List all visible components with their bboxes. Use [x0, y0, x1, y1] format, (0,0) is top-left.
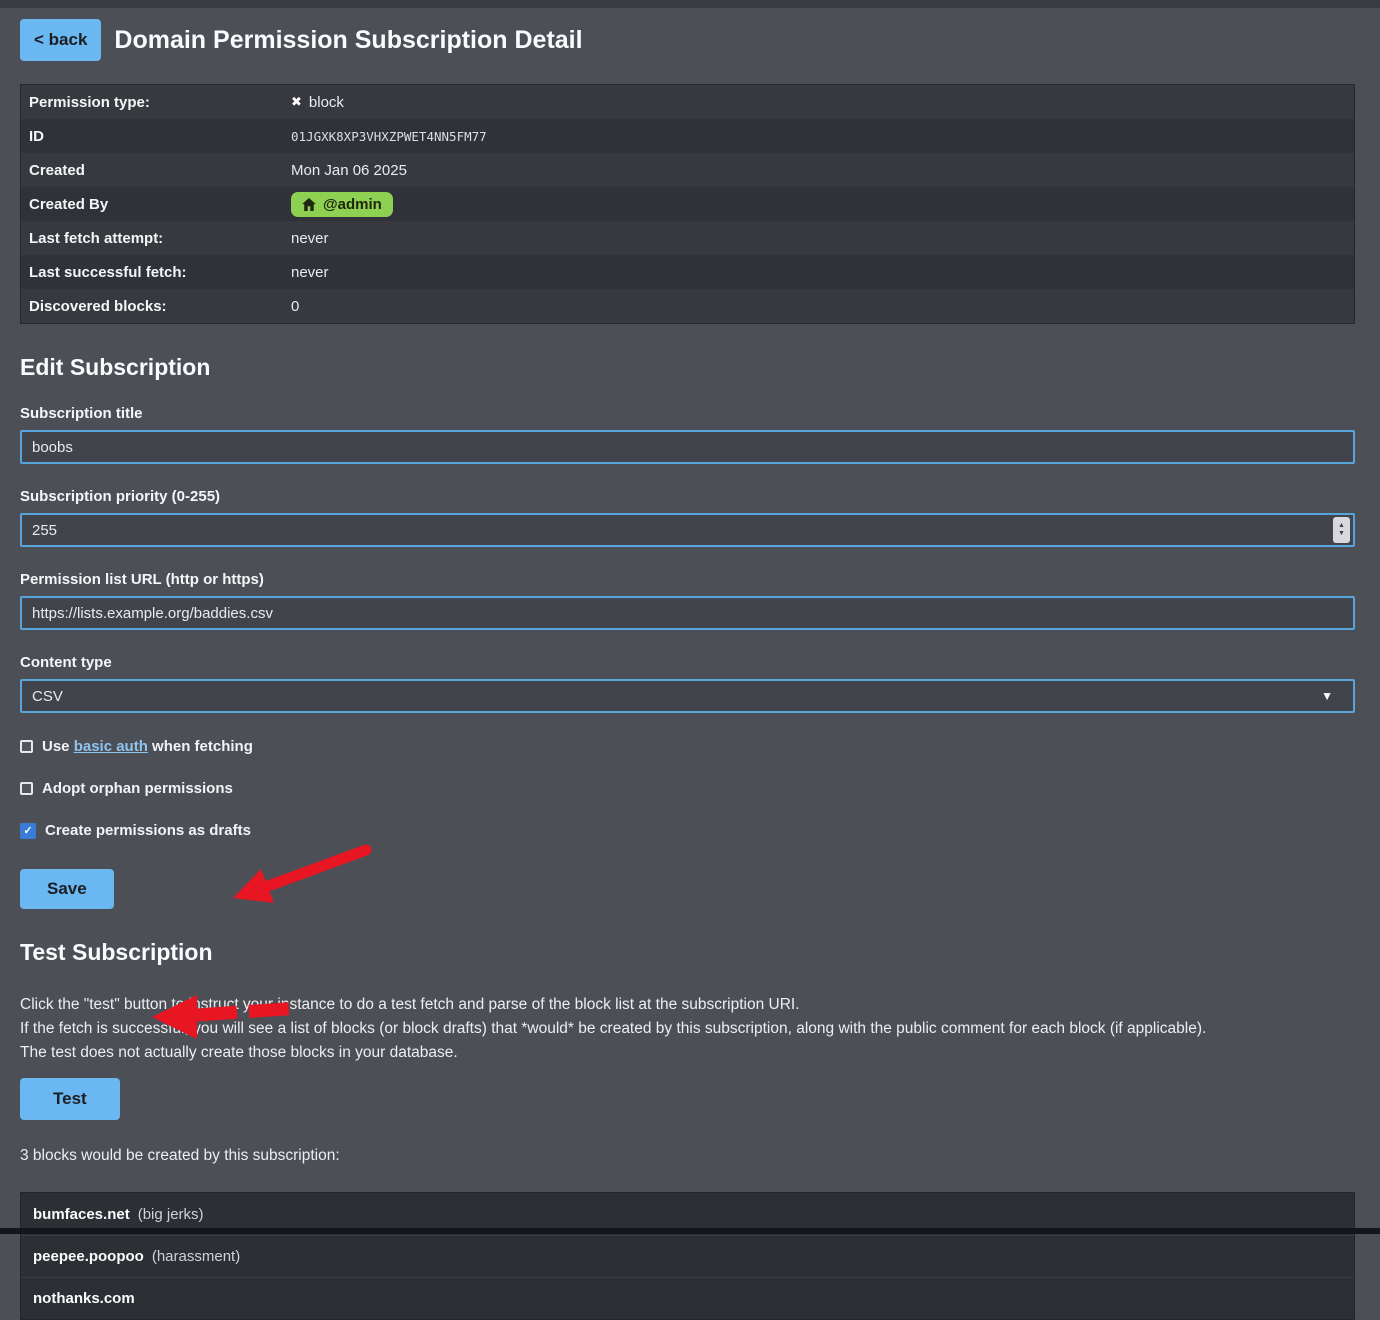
block-x-icon: ✖: [291, 94, 302, 110]
discovered-blocks-value: 0: [291, 298, 299, 315]
test-description: Click the "test" button to instruct your…: [20, 993, 1355, 1065]
test-button[interactable]: Test: [20, 1078, 120, 1120]
home-icon: [302, 198, 316, 211]
table-row-permission-type: Permission type: ✖ block: [21, 85, 1354, 119]
back-button[interactable]: < back: [20, 19, 101, 61]
edit-subscription-heading: Edit Subscription: [20, 354, 1355, 381]
number-spinner[interactable]: ▲ ▼: [1333, 517, 1350, 543]
last-fetch-attempt-value: never: [291, 230, 329, 247]
page-bottom-edge: [0, 1228, 1380, 1234]
block-comment: (harassment): [152, 1248, 240, 1265]
test-subscription-heading: Test Subscription: [20, 939, 1355, 966]
block-comment: (big jerks): [138, 1206, 204, 1223]
permission-type-value: block: [309, 94, 344, 111]
table-row-created-by: Created By @admin: [21, 187, 1354, 221]
row-label: Created By: [29, 196, 291, 213]
page-title: Domain Permission Subscription Detail: [114, 26, 582, 55]
spinner-down-icon[interactable]: ▼: [1338, 530, 1345, 538]
created-by-admin-badge[interactable]: @admin: [291, 192, 393, 217]
adopt-orphans-label: Adopt orphan permissions: [42, 780, 233, 797]
page-header: < back Domain Permission Subscription De…: [20, 19, 1355, 61]
row-label: Created: [29, 162, 291, 179]
created-date-value: Mon Jan 06 2025: [291, 162, 407, 179]
subscription-priority-group: Subscription priority (0-255) 255 ▲ ▼: [20, 488, 1355, 547]
test-result-text: 3 blocks would be created by this subscr…: [20, 1147, 1355, 1165]
basic-auth-checkbox-row: Use basic auth when fetching: [20, 738, 1355, 755]
row-label: ID: [29, 128, 291, 145]
row-label: Discovered blocks:: [29, 298, 291, 315]
subscription-priority-label: Subscription priority (0-255): [20, 488, 1355, 505]
subscription-details-table: Permission type: ✖ block ID 01JGXK8XP3VH…: [20, 84, 1355, 324]
row-label: Last successful fetch:: [29, 264, 291, 281]
domain-permission-subscription-detail-page: < back Domain Permission Subscription De…: [0, 0, 1380, 1320]
created-by-username: @admin: [323, 196, 382, 213]
table-row-last-fetch-attempt: Last fetch attempt: never: [21, 221, 1354, 255]
table-row-discovered-blocks: Discovered blocks: 0: [21, 289, 1354, 323]
test-description-line: If the fetch is successful, you will see…: [20, 1017, 1355, 1041]
drafts-checkbox-row: ✓ Create permissions as drafts: [20, 822, 1355, 839]
subscription-title-group: Subscription title boobs: [20, 405, 1355, 464]
content-type-label: Content type: [20, 654, 1355, 671]
table-row-id: ID 01JGXK8XP3VHXZPWET4NN5FM77: [21, 119, 1354, 153]
permission-list-url-group: Permission list URL (http or https) http…: [20, 571, 1355, 630]
checkbox-label-post: when fetching: [148, 738, 253, 755]
test-blocks-list: bumfaces.net (big jerks) peepee.poopoo (…: [20, 1192, 1355, 1320]
table-row-last-successful-fetch: Last successful fetch: never: [21, 255, 1354, 289]
drafts-checkbox[interactable]: ✓: [20, 823, 36, 839]
adopt-orphans-checkbox[interactable]: [20, 782, 33, 795]
content-type-group: Content type CSV ▼: [20, 654, 1355, 713]
last-successful-fetch-value: never: [291, 264, 329, 281]
subscription-id-value: 01JGXK8XP3VHXZPWET4NN5FM77: [291, 129, 487, 144]
block-domain: bumfaces.net: [33, 1206, 130, 1223]
adopt-orphans-checkbox-row: Adopt orphan permissions: [20, 780, 1355, 797]
row-label: Last fetch attempt:: [29, 230, 291, 247]
block-domain: nothanks.com: [33, 1290, 135, 1307]
content-type-select[interactable]: CSV: [20, 679, 1355, 713]
spinner-up-icon[interactable]: ▲: [1338, 522, 1345, 530]
block-domain: peepee.poopoo: [33, 1248, 144, 1265]
row-label: Permission type:: [29, 94, 291, 111]
table-row-created: Created Mon Jan 06 2025: [21, 153, 1354, 187]
save-button[interactable]: Save: [20, 869, 114, 909]
test-description-line: The test does not actually create those …: [20, 1041, 1355, 1065]
checkbox-label-pre: Use: [42, 738, 74, 755]
permission-list-url-input[interactable]: https://lists.example.org/baddies.csv: [20, 596, 1355, 630]
test-description-line: Click the "test" button to instruct your…: [20, 993, 1355, 1017]
subscription-title-label: Subscription title: [20, 405, 1355, 422]
permission-list-url-label: Permission list URL (http or https): [20, 571, 1355, 588]
subscription-priority-input[interactable]: 255: [20, 513, 1355, 547]
block-list-item: peepee.poopoo (harassment): [21, 1235, 1354, 1277]
drafts-label: Create permissions as drafts: [45, 822, 251, 839]
basic-auth-link[interactable]: basic auth: [74, 738, 148, 755]
basic-auth-checkbox[interactable]: [20, 740, 33, 753]
block-list-item: nothanks.com: [21, 1277, 1354, 1319]
subscription-title-input[interactable]: boobs: [20, 430, 1355, 464]
